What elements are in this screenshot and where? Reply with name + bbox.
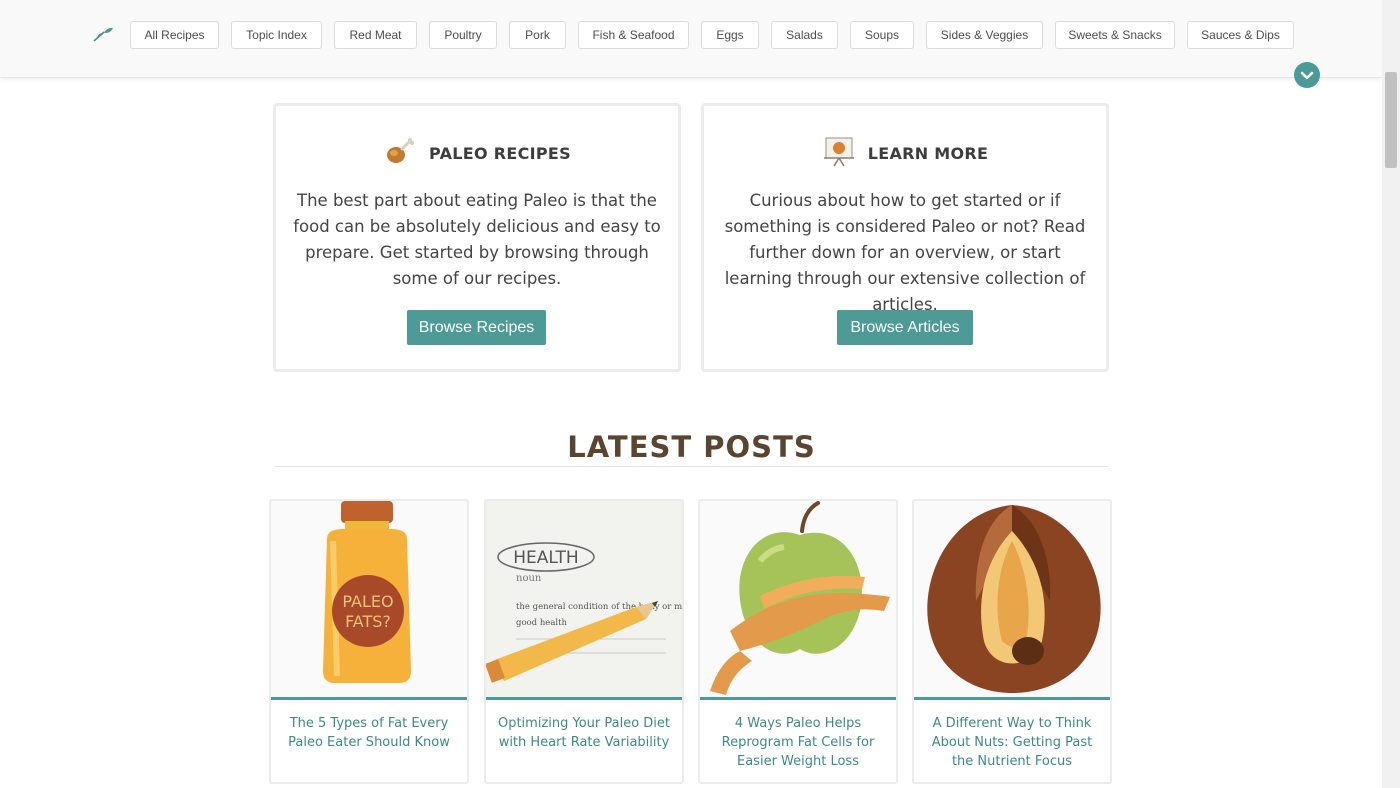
post-accent-bar bbox=[271, 697, 467, 700]
nav-item-all-recipes[interactable]: All Recipes bbox=[130, 21, 219, 49]
scrollbar-thumb[interactable] bbox=[1385, 72, 1397, 168]
card-title: LEARN MORE bbox=[867, 143, 989, 163]
post-accent-bar bbox=[700, 697, 896, 700]
nav-item-topic-index[interactable]: Topic Index bbox=[231, 21, 322, 49]
post-title-link[interactable]: 4 Ways Paleo Helps Reprogram Fat Cells f… bbox=[706, 714, 890, 771]
learn-more-card: LEARN MORE Curious about how to get star… bbox=[701, 103, 1109, 372]
noun-label: noun bbox=[516, 573, 542, 584]
nav-item-sauces-dips[interactable]: Sauces & Dips bbox=[1187, 21, 1294, 49]
cracked-nut-image bbox=[914, 501, 1110, 697]
nav-item-fish-seafood[interactable]: Fish & Seafood bbox=[578, 21, 689, 49]
apple-measuring-tape-image bbox=[700, 501, 896, 697]
card-description: The best part about eating Paleo is that… bbox=[293, 191, 661, 288]
post-title-link[interactable]: A Different Way to Think About Nuts: Get… bbox=[920, 714, 1104, 771]
presentation-board-icon bbox=[822, 134, 856, 172]
post-accent-bar bbox=[486, 697, 682, 700]
definition-line: good health bbox=[516, 618, 568, 628]
card-title: PALEO RECIPES bbox=[429, 143, 571, 163]
chevron-down-icon bbox=[1300, 66, 1314, 85]
post-card[interactable]: PALEO FATS? The 5 Types of Fat Every Pal… bbox=[269, 499, 469, 784]
nav-item-salads[interactable]: Salads bbox=[771, 21, 838, 49]
post-card[interactable]: HEALTH noun the general condition of the… bbox=[484, 499, 684, 784]
top-navigation: All Recipes Topic Index Red Meat Poultry… bbox=[0, 0, 1382, 78]
health-word: HEALTH bbox=[513, 548, 578, 568]
expand-nav-button[interactable] bbox=[1294, 62, 1320, 88]
post-card[interactable]: 4 Ways Paleo Helps Reprogram Fat Cells f… bbox=[698, 499, 898, 784]
drumstick-icon bbox=[383, 134, 417, 172]
nav-item-poultry[interactable]: Poultry bbox=[429, 21, 497, 49]
post-title-link[interactable]: The 5 Types of Fat Every Paleo Eater Sho… bbox=[277, 714, 461, 752]
paleo-recipes-card: PALEO RECIPES The best part about eating… bbox=[273, 103, 681, 372]
post-card[interactable]: A Different Way to Think About Nuts: Get… bbox=[912, 499, 1112, 784]
browse-articles-button[interactable]: Browse Articles bbox=[837, 310, 973, 345]
health-definition-pencil-image: HEALTH noun the general condition of the… bbox=[486, 501, 682, 697]
browse-recipes-button[interactable]: Browse Recipes bbox=[407, 310, 546, 345]
nav-item-eggs[interactable]: Eggs bbox=[701, 21, 759, 49]
jar-label-line-2: FATS? bbox=[345, 612, 391, 631]
paleo-leaf-logo-icon[interactable] bbox=[91, 24, 115, 44]
nav-item-pork[interactable]: Pork bbox=[509, 21, 566, 49]
nav-item-red-meat[interactable]: Red Meat bbox=[334, 21, 417, 49]
post-title-link[interactable]: Optimizing Your Paleo Diet with Heart Ra… bbox=[492, 714, 676, 752]
post-accent-bar bbox=[914, 697, 1110, 700]
nav-item-sweets-snacks[interactable]: Sweets & Snacks bbox=[1055, 21, 1175, 49]
latest-posts-heading: LATEST POSTS bbox=[567, 430, 816, 464]
definition-line: the general condition of the body or min… bbox=[516, 602, 682, 612]
section-divider bbox=[275, 466, 1108, 467]
card-description: Curious about how to get started or if s… bbox=[724, 191, 1086, 314]
oil-jar-image: PALEO FATS? bbox=[271, 501, 467, 697]
nav-item-soups[interactable]: Soups bbox=[850, 21, 914, 49]
page-scrollbar[interactable] bbox=[1382, 0, 1400, 788]
jar-label-line-1: PALEO bbox=[342, 592, 393, 611]
nav-item-sides-veggies[interactable]: Sides & Veggies bbox=[926, 21, 1043, 49]
